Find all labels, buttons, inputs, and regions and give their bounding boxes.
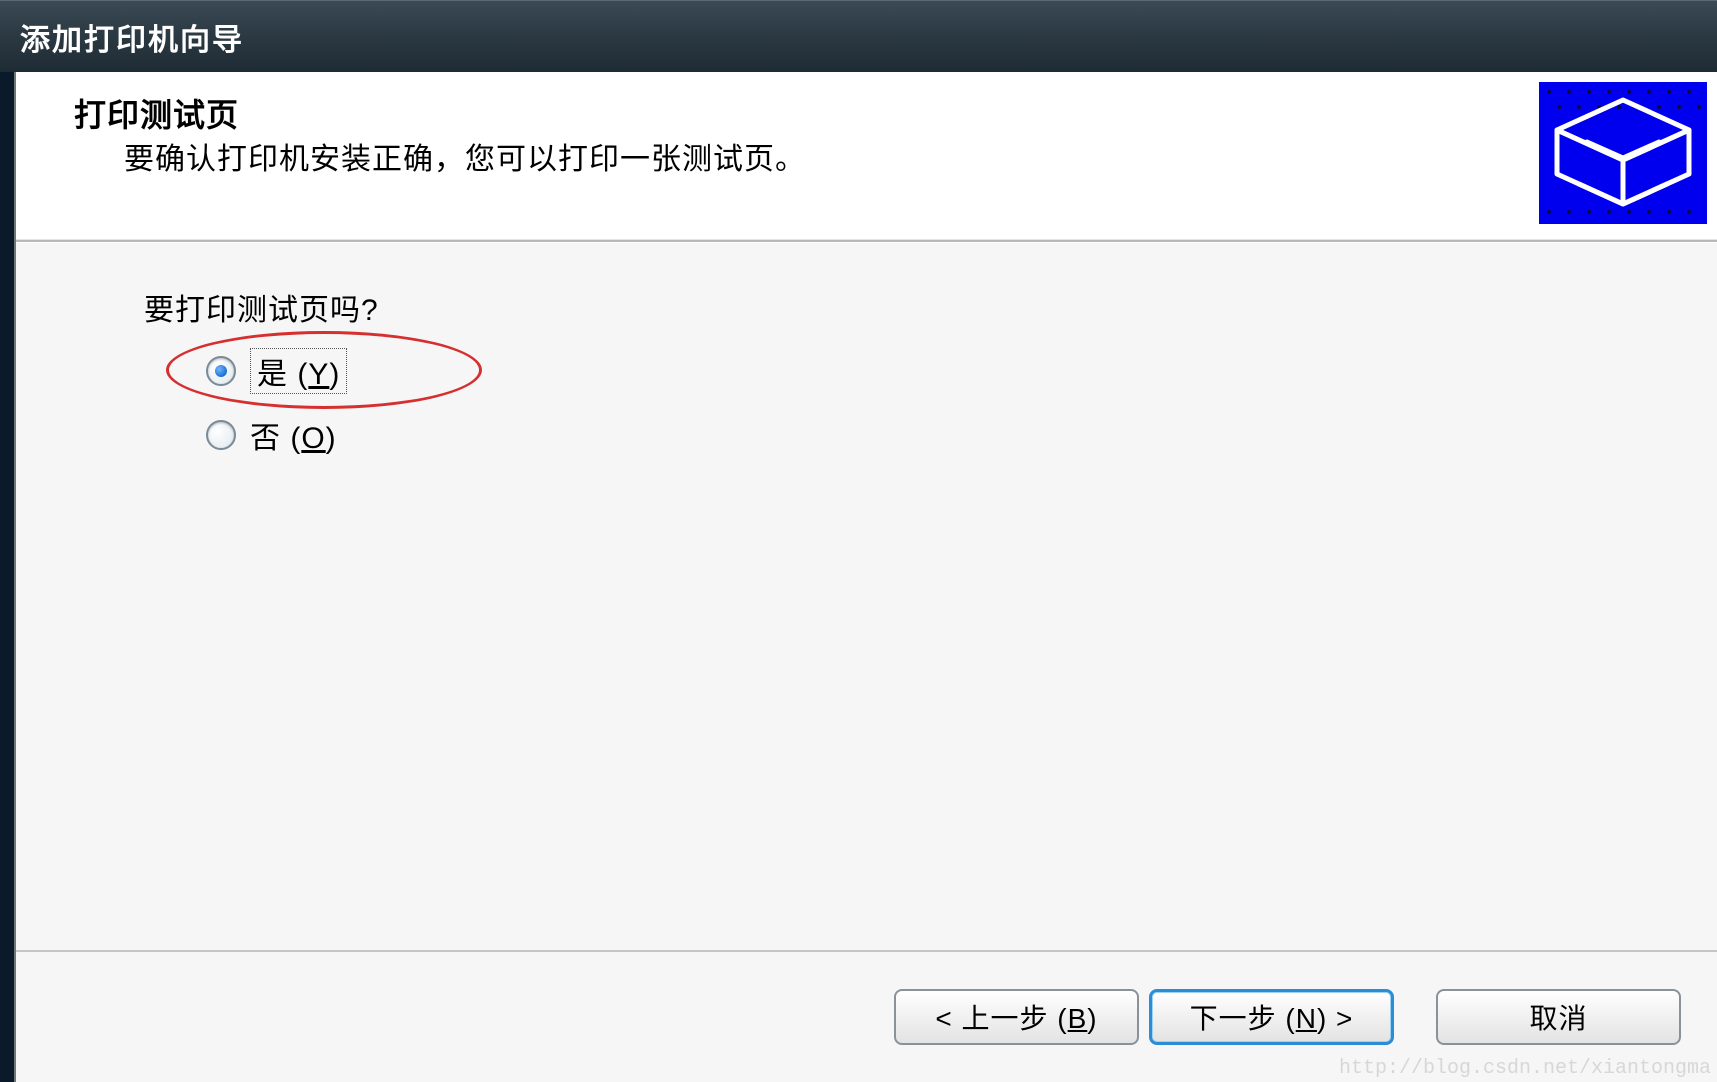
title-bar: 添加打印机向导 (0, 0, 1717, 72)
footer-bar: < 上一步 (B) 下一步 (N) > 取消 (16, 950, 1717, 1082)
cancel-button-label: 取消 (1529, 997, 1587, 1037)
radio-icon (206, 356, 236, 386)
radio-label-yes: 是 (Y) (250, 348, 347, 394)
prompt-text: 要打印测试页吗? (144, 285, 379, 329)
radio-option-no[interactable]: 否 (O) (206, 415, 347, 455)
body-panel: 要打印测试页吗? 是 (Y) 否 (O) (16, 242, 1717, 950)
wizard-window: 添加打印机向导 打印测试页 要确认打印机安装正确，您可以打印一张测试页。 (0, 0, 1717, 1082)
next-button[interactable]: 下一步 (N) > (1149, 989, 1394, 1045)
page-title: 打印测试页 (74, 90, 239, 136)
radio-label-no: 否 (O) (250, 413, 337, 457)
printer-icon (1539, 82, 1707, 224)
radio-group-print-test: 是 (Y) 否 (O) (206, 351, 347, 479)
header-panel: 打印测试页 要确认打印机安装正确，您可以打印一张测试页。 (16, 72, 1717, 242)
title-bar-text: 添加打印机向导 (20, 15, 244, 59)
next-button-label: 下一步 (N) > (1190, 997, 1354, 1037)
page-subtitle: 要确认打印机安装正确，您可以打印一张测试页。 (124, 134, 806, 178)
back-button-label: < 上一步 (B) (935, 997, 1097, 1037)
cancel-button[interactable]: 取消 (1436, 989, 1681, 1045)
radio-icon (206, 420, 236, 450)
back-button[interactable]: < 上一步 (B) (894, 989, 1139, 1045)
window-left-strip (0, 0, 16, 1082)
radio-option-yes[interactable]: 是 (Y) (206, 351, 347, 391)
